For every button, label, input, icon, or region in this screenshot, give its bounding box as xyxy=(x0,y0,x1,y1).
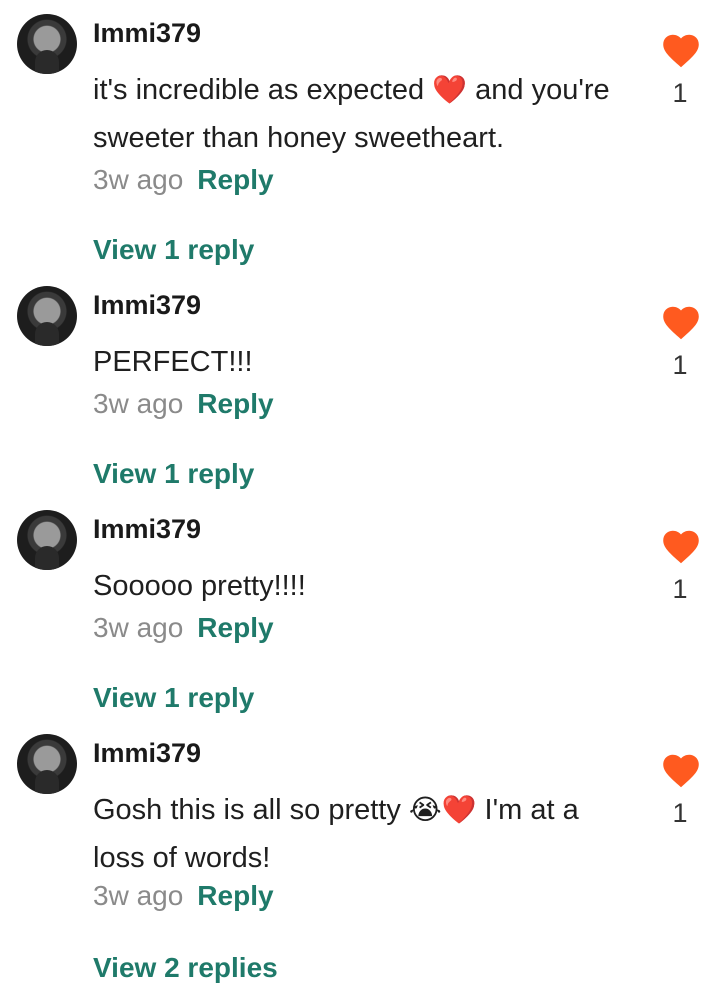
avatar[interactable] xyxy=(17,510,77,570)
comment-username[interactable]: Immi379 xyxy=(93,738,201,769)
view-replies-link[interactable]: View 2 replies xyxy=(93,952,278,984)
comment-text: PERFECT!!! xyxy=(93,338,633,386)
comment-meta: 3w ago Reply xyxy=(93,164,274,196)
reply-button[interactable]: Reply xyxy=(197,388,273,419)
comment-meta: 3w ago Reply xyxy=(93,880,274,912)
comment-text-part: Gosh this is all so pretty xyxy=(93,794,409,826)
comment-text-part: Sooooo pretty!!!! xyxy=(93,570,306,602)
comment-list: Immi379 it's incredible as expected ❤️ a… xyxy=(0,0,720,1000)
crying-heart-emoji: 😭❤️ xyxy=(408,793,477,826)
view-replies-link[interactable]: View 1 reply xyxy=(93,234,254,266)
like-heart-icon[interactable] xyxy=(662,530,700,564)
like-count: 1 xyxy=(672,78,688,108)
avatar[interactable] xyxy=(17,286,77,346)
like-count: 1 xyxy=(672,798,688,828)
comment-meta: 3w ago Reply xyxy=(93,612,274,644)
like-count: 1 xyxy=(672,350,688,380)
like-heart-icon[interactable] xyxy=(662,306,700,340)
avatar[interactable] xyxy=(17,14,77,74)
comment-username[interactable]: Immi379 xyxy=(93,290,201,321)
reply-button[interactable]: Reply xyxy=(197,164,273,195)
comment-meta: 3w ago Reply xyxy=(93,388,274,420)
view-replies-link[interactable]: View 1 reply xyxy=(93,458,254,490)
avatar[interactable] xyxy=(17,734,77,794)
like-heart-icon[interactable] xyxy=(662,754,700,788)
like-heart-icon[interactable] xyxy=(662,34,700,68)
comment-timestamp: 3w ago xyxy=(93,164,184,195)
reply-button[interactable]: Reply xyxy=(197,880,273,911)
comment-text-part: PERFECT!!! xyxy=(93,346,253,378)
comment-text-part: it's incredible as expected xyxy=(93,74,433,106)
heart-emoji: ❤️ xyxy=(432,73,468,106)
view-replies-link[interactable]: View 1 reply xyxy=(93,682,254,714)
like-count: 1 xyxy=(672,574,688,604)
reply-button[interactable]: Reply xyxy=(197,612,273,643)
comment-timestamp: 3w ago xyxy=(93,612,184,643)
comment-text: Gosh this is all so pretty 😭❤️ I'm at a … xyxy=(93,786,633,882)
comment-text: it's incredible as expected ❤️ and you'r… xyxy=(93,66,633,162)
comment-text: Sooooo pretty!!!! xyxy=(93,562,633,610)
comment-timestamp: 3w ago xyxy=(93,880,184,911)
comment-username[interactable]: Immi379 xyxy=(93,18,201,49)
comment-username[interactable]: Immi379 xyxy=(93,514,201,545)
comment-timestamp: 3w ago xyxy=(93,388,184,419)
